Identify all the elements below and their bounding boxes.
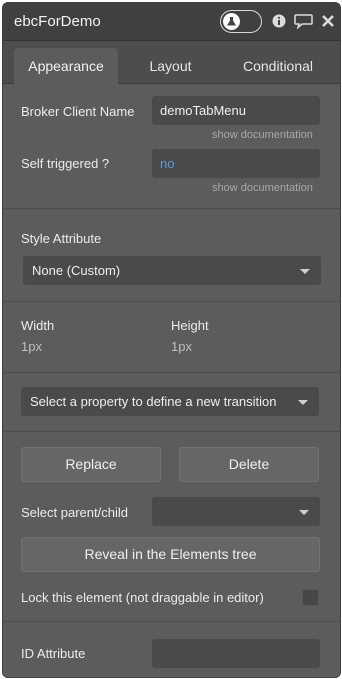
chevron-down-icon	[299, 509, 309, 515]
mode-toggle[interactable]	[220, 10, 262, 33]
tab-layout[interactable]: Layout	[123, 41, 218, 84]
width-label: Width	[21, 318, 55, 333]
transition-dropdown[interactable]: Select a property to define a new transi…	[21, 387, 319, 416]
delete-button[interactable]: Delete	[179, 447, 319, 482]
lock-element-checkbox[interactable]	[302, 589, 319, 606]
id-attribute-label: ID Attribute	[21, 646, 86, 661]
self-triggered-input[interactable]: no	[152, 149, 320, 178]
parent-child-dropdown[interactable]	[152, 497, 320, 526]
width-value[interactable]: 1px	[21, 339, 42, 354]
select-parent-child-label: Select parent/child	[21, 505, 128, 520]
divider	[3, 372, 340, 373]
broker-client-name-label: Broker Client Name	[21, 104, 135, 119]
property-editor-panel: ebcForDemo Appearance Layout Conditional…	[2, 2, 341, 678]
show-documentation-link[interactable]: show documentation	[212, 129, 313, 141]
divider	[3, 301, 340, 302]
style-attribute-value: None (Custom)	[32, 263, 121, 278]
chevron-down-icon	[300, 268, 310, 274]
tab-appearance[interactable]: Appearance	[14, 48, 118, 84]
transition-placeholder: Select a property to define a new transi…	[30, 394, 277, 409]
id-attribute-input[interactable]	[152, 639, 320, 668]
chevron-down-icon	[298, 399, 308, 405]
replace-button[interactable]: Replace	[21, 447, 161, 482]
element-name: ebcForDemo	[14, 13, 101, 30]
broker-client-name-input[interactable]: demoTabMenu	[152, 96, 320, 125]
self-triggered-label: Self triggered ?	[21, 156, 110, 171]
style-attribute-dropdown[interactable]: None (Custom)	[23, 256, 321, 285]
tab-bar: Appearance Layout Conditional	[3, 41, 340, 84]
show-documentation-link[interactable]: show documentation	[212, 182, 313, 194]
panel-header: ebcForDemo	[3, 3, 340, 41]
close-icon[interactable]	[321, 13, 335, 34]
divider	[3, 431, 340, 432]
style-attribute-label: Style Attribute	[21, 231, 102, 246]
height-label: Height	[171, 318, 209, 333]
divider	[3, 208, 340, 209]
reveal-in-elements-tree-button[interactable]: Reveal in the Elements tree	[21, 537, 320, 572]
info-icon[interactable]	[272, 13, 286, 34]
divider	[3, 621, 340, 622]
lock-element-label: Lock this element (not draggable in edit…	[21, 590, 264, 605]
user-badge-icon	[223, 13, 240, 30]
comment-icon[interactable]	[294, 13, 313, 34]
tab-conditional[interactable]: Conditional	[223, 41, 333, 84]
height-value[interactable]: 1px	[171, 339, 192, 354]
